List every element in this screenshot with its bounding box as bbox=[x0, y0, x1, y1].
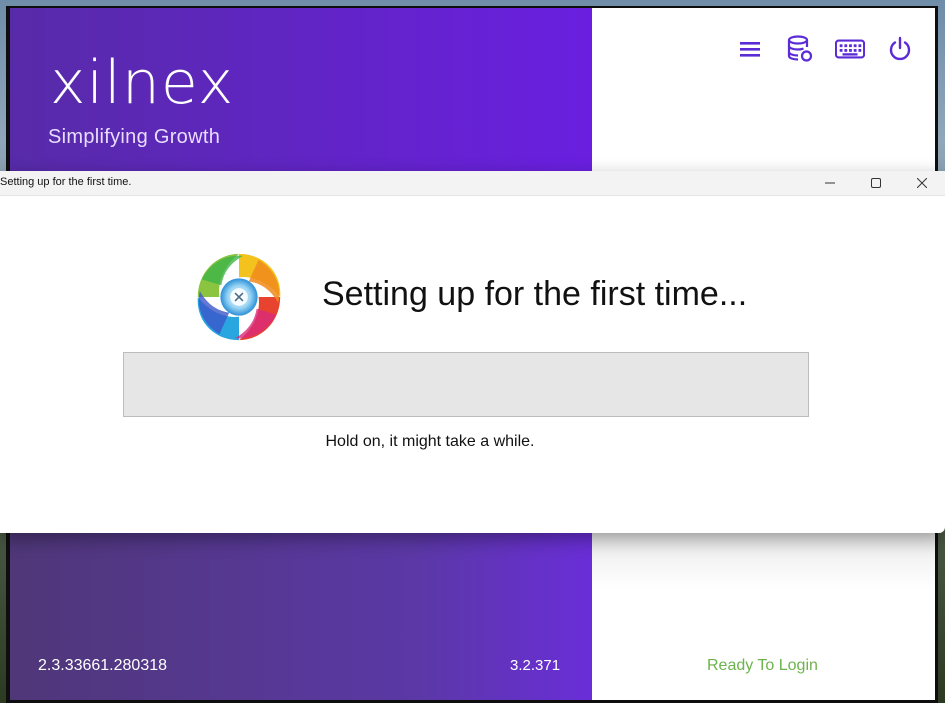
menu-icon[interactable] bbox=[735, 34, 765, 64]
tagline: Simplifying Growth bbox=[48, 126, 221, 148]
minimize-button[interactable] bbox=[807, 171, 853, 195]
toolbar bbox=[735, 34, 915, 64]
setup-message: Hold on, it might take a while. bbox=[325, 433, 535, 450]
app-version: 2.3.33661.280318 bbox=[38, 657, 168, 674]
setup-heading: Setting up for the first time... bbox=[322, 275, 748, 313]
setup-progress-bar bbox=[123, 352, 809, 417]
status-text: Ready To Login bbox=[707, 657, 818, 674]
setup-dialog: Setting up for the first time. Setting u… bbox=[0, 171, 945, 533]
dialog-title: Setting up for the first time. bbox=[0, 176, 132, 188]
swirl-logo-icon bbox=[197, 253, 281, 341]
maximize-button[interactable] bbox=[853, 171, 899, 195]
db-version: 3.2.371 bbox=[510, 657, 561, 674]
database-sync-icon[interactable] bbox=[785, 34, 815, 64]
keyboard-icon[interactable] bbox=[835, 34, 865, 64]
window-controls bbox=[807, 171, 945, 195]
dialog-titlebar[interactable]: Setting up for the first time. bbox=[0, 171, 945, 196]
close-button[interactable] bbox=[899, 171, 945, 195]
xilnex-logo: xilnex bbox=[50, 48, 235, 118]
power-icon[interactable] bbox=[885, 34, 915, 64]
